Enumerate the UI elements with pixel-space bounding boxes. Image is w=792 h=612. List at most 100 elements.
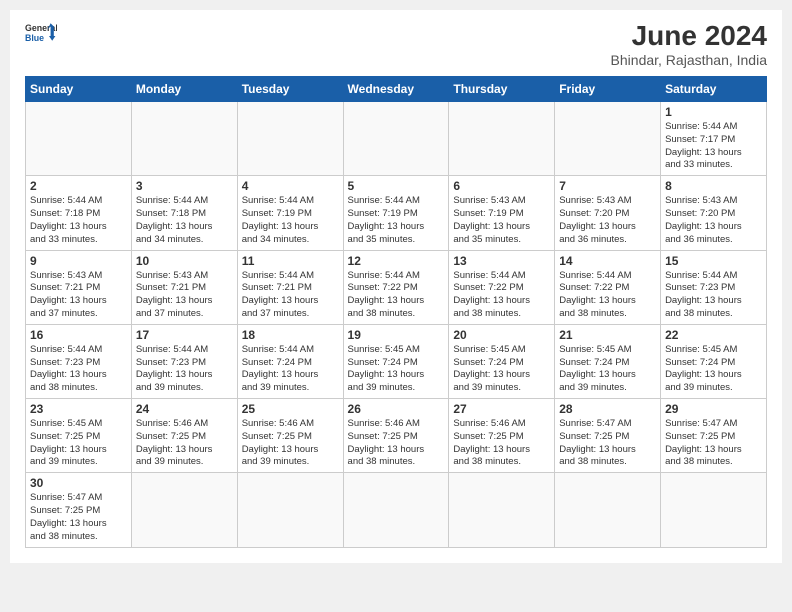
- table-row: 16 Sunrise: 5:44 AMSunset: 7:23 PMDayligh…: [26, 324, 132, 398]
- day-number: 18: [242, 328, 339, 342]
- empty-cell: [131, 102, 237, 176]
- day-number: 20: [453, 328, 550, 342]
- table-row: 29 Sunrise: 5:47 AMSunset: 7:25 PMDayligh…: [661, 399, 767, 473]
- header-sunday: Sunday: [26, 77, 132, 102]
- day-number: 19: [348, 328, 445, 342]
- day-info: Sunrise: 5:43 AMSunset: 7:21 PMDaylight:…: [30, 270, 127, 321]
- table-row: 6 Sunrise: 5:43 AMSunset: 7:19 PMDaylight…: [449, 176, 555, 250]
- day-number: 21: [559, 328, 656, 342]
- table-row: 8 Sunrise: 5:43 AMSunset: 7:20 PMDaylight…: [661, 176, 767, 250]
- day-info: Sunrise: 5:45 AMSunset: 7:24 PMDaylight:…: [559, 344, 656, 395]
- empty-cell: [237, 102, 343, 176]
- table-row: 20Sunrise: 5:45 AMSunset: 7:24 PMDayligh…: [449, 324, 555, 398]
- calendar-week-row: 30Sunrise: 5:47 AMSunset: 7:25 PMDayligh…: [26, 473, 767, 547]
- day-number: 7: [559, 179, 656, 193]
- calendar-week-row: 23Sunrise: 5:45 AMSunset: 7:25 PMDayligh…: [26, 399, 767, 473]
- day-info: Sunrise: 5:47 AMSunset: 7:25 PMDaylight:…: [665, 418, 762, 469]
- calendar-week-row: 9 Sunrise: 5:43 AMSunset: 7:21 PMDaylight…: [26, 250, 767, 324]
- calendar-week-row: 16 Sunrise: 5:44 AMSunset: 7:23 PMDayligh…: [26, 324, 767, 398]
- table-row: 19 Sunrise: 5:45 AMSunset: 7:24 PMDayligh…: [343, 324, 449, 398]
- calendar-week-row: 1 Sunrise: 5:44 AMSunset: 7:17 PMDaylight…: [26, 102, 767, 176]
- table-row: 21 Sunrise: 5:45 AMSunset: 7:24 PMDayligh…: [555, 324, 661, 398]
- empty-cell: [661, 473, 767, 547]
- day-number: 4: [242, 179, 339, 193]
- table-row: 30Sunrise: 5:47 AMSunset: 7:25 PMDayligh…: [26, 473, 132, 547]
- day-info: Sunrise: 5:46 AMSunset: 7:25 PMDaylight:…: [242, 418, 339, 469]
- month-title: June 2024: [611, 20, 767, 52]
- day-info: Sunrise: 5:43 AMSunset: 7:21 PMDaylight:…: [136, 270, 233, 321]
- day-number: 25: [242, 402, 339, 416]
- weekday-header-row: Sunday Monday Tuesday Wednesday Thursday…: [26, 77, 767, 102]
- day-number: 28: [559, 402, 656, 416]
- calendar-table: Sunday Monday Tuesday Wednesday Thursday…: [25, 76, 767, 548]
- table-row: 5 Sunrise: 5:44 AMSunset: 7:19 PMDaylight…: [343, 176, 449, 250]
- day-number: 29: [665, 402, 762, 416]
- day-info: Sunrise: 5:45 AMSunset: 7:25 PMDaylight:…: [30, 418, 127, 469]
- day-info: Sunrise: 5:44 AMSunset: 7:24 PMDaylight:…: [242, 344, 339, 395]
- table-row: 13Sunrise: 5:44 AMSunset: 7:22 PMDayligh…: [449, 250, 555, 324]
- table-row: 14Sunrise: 5:44 AMSunset: 7:22 PMDayligh…: [555, 250, 661, 324]
- day-number: 10: [136, 254, 233, 268]
- table-row: 26 Sunrise: 5:46 AMSunset: 7:25 PMDayligh…: [343, 399, 449, 473]
- empty-cell: [343, 473, 449, 547]
- header-friday: Friday: [555, 77, 661, 102]
- day-info: Sunrise: 5:44 AMSunset: 7:18 PMDaylight:…: [136, 195, 233, 246]
- table-row: 11 Sunrise: 5:44 AMSunset: 7:21 PMDayligh…: [237, 250, 343, 324]
- header-saturday: Saturday: [661, 77, 767, 102]
- title-block: June 2024 Bhindar, Rajasthan, India: [611, 20, 767, 68]
- day-info: Sunrise: 5:46 AMSunset: 7:25 PMDaylight:…: [348, 418, 445, 469]
- day-info: Sunrise: 5:43 AMSunset: 7:20 PMDaylight:…: [665, 195, 762, 246]
- day-number: 2: [30, 179, 127, 193]
- day-info: Sunrise: 5:44 AMSunset: 7:21 PMDaylight:…: [242, 270, 339, 321]
- header-tuesday: Tuesday: [237, 77, 343, 102]
- table-row: 1 Sunrise: 5:44 AMSunset: 7:17 PMDaylight…: [661, 102, 767, 176]
- empty-cell: [237, 473, 343, 547]
- table-row: 28 Sunrise: 5:47 AMSunset: 7:25 PMDayligh…: [555, 399, 661, 473]
- empty-cell: [131, 473, 237, 547]
- day-number: 11: [242, 254, 339, 268]
- table-row: 23Sunrise: 5:45 AMSunset: 7:25 PMDayligh…: [26, 399, 132, 473]
- table-row: 18 Sunrise: 5:44 AMSunset: 7:24 PMDayligh…: [237, 324, 343, 398]
- table-row: 7Sunrise: 5:43 AMSunset: 7:20 PMDaylight…: [555, 176, 661, 250]
- day-number: 9: [30, 254, 127, 268]
- table-row: 10 Sunrise: 5:43 AMSunset: 7:21 PMDayligh…: [131, 250, 237, 324]
- day-number: 13: [453, 254, 550, 268]
- day-number: 16: [30, 328, 127, 342]
- day-info: Sunrise: 5:46 AMSunset: 7:25 PMDaylight:…: [136, 418, 233, 469]
- empty-cell: [26, 102, 132, 176]
- header-wednesday: Wednesday: [343, 77, 449, 102]
- logo: General Blue: [25, 20, 57, 44]
- day-number: 3: [136, 179, 233, 193]
- day-info: Sunrise: 5:45 AMSunset: 7:24 PMDaylight:…: [348, 344, 445, 395]
- calendar-container: General Blue June 2024 Bhindar, Rajastha…: [10, 10, 782, 563]
- location-subtitle: Bhindar, Rajasthan, India: [611, 52, 767, 68]
- day-number: 1: [665, 105, 762, 119]
- calendar-week-row: 2 Sunrise: 5:44 AMSunset: 7:18 PMDaylight…: [26, 176, 767, 250]
- table-row: 17Sunrise: 5:44 AMSunset: 7:23 PMDayligh…: [131, 324, 237, 398]
- empty-cell: [449, 102, 555, 176]
- day-number: 27: [453, 402, 550, 416]
- table-row: 12Sunrise: 5:44 AMSunset: 7:22 PMDayligh…: [343, 250, 449, 324]
- day-info: Sunrise: 5:44 AMSunset: 7:22 PMDaylight:…: [559, 270, 656, 321]
- svg-text:Blue: Blue: [25, 33, 44, 43]
- day-info: Sunrise: 5:47 AMSunset: 7:25 PMDaylight:…: [559, 418, 656, 469]
- table-row: 27 Sunrise: 5:46 AMSunset: 7:25 PMDayligh…: [449, 399, 555, 473]
- table-row: 24Sunrise: 5:46 AMSunset: 7:25 PMDayligh…: [131, 399, 237, 473]
- day-number: 26: [348, 402, 445, 416]
- day-info: Sunrise: 5:44 AMSunset: 7:19 PMDaylight:…: [348, 195, 445, 246]
- generalblue-logo-icon: General Blue: [25, 20, 57, 44]
- day-info: Sunrise: 5:46 AMSunset: 7:25 PMDaylight:…: [453, 418, 550, 469]
- day-info: Sunrise: 5:44 AMSunset: 7:19 PMDaylight:…: [242, 195, 339, 246]
- day-number: 5: [348, 179, 445, 193]
- day-info: Sunrise: 5:44 AMSunset: 7:17 PMDaylight:…: [665, 121, 762, 172]
- day-info: Sunrise: 5:43 AMSunset: 7:19 PMDaylight:…: [453, 195, 550, 246]
- empty-cell: [555, 102, 661, 176]
- day-number: 6: [453, 179, 550, 193]
- table-row: 15Sunrise: 5:44 AMSunset: 7:23 PMDayligh…: [661, 250, 767, 324]
- table-row: 4 Sunrise: 5:44 AMSunset: 7:19 PMDaylight…: [237, 176, 343, 250]
- day-info: Sunrise: 5:44 AMSunset: 7:22 PMDaylight:…: [348, 270, 445, 321]
- day-number: 8: [665, 179, 762, 193]
- day-info: Sunrise: 5:44 AMSunset: 7:23 PMDaylight:…: [30, 344, 127, 395]
- table-row: 3 Sunrise: 5:44 AMSunset: 7:18 PMDaylight…: [131, 176, 237, 250]
- table-row: 9 Sunrise: 5:43 AMSunset: 7:21 PMDaylight…: [26, 250, 132, 324]
